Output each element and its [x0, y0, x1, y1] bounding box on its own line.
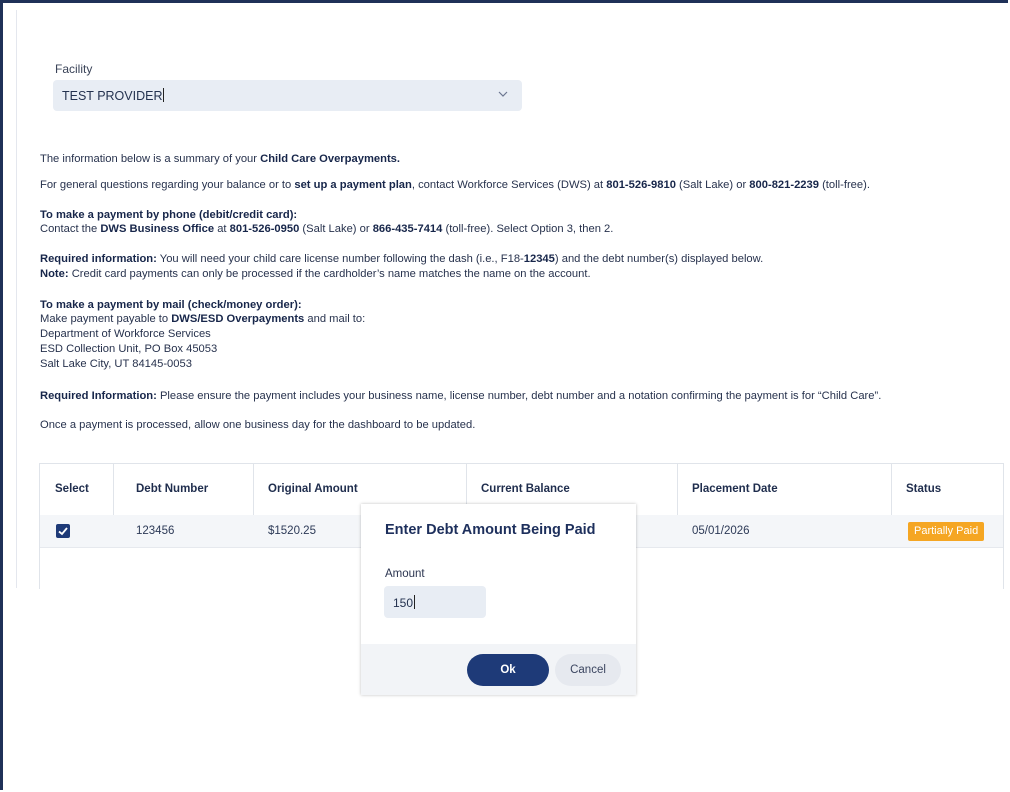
debt-amount-dialog: Enter Debt Amount Being Paid Amount 150 … — [361, 504, 636, 695]
facility-label: Facility — [55, 62, 93, 76]
column-divider — [891, 464, 892, 515]
ok-button[interactable]: Ok — [467, 654, 549, 686]
status-badge: Partially Paid — [908, 522, 985, 541]
header-debt-number: Debt Number — [136, 483, 209, 495]
amount-label: Amount — [385, 568, 425, 580]
mail-address-line1: Department of Workforce Services — [40, 328, 211, 340]
phone-payment-heading: To make a payment by phone (debit/credit… — [40, 209, 298, 221]
chevron-down-icon — [498, 91, 508, 97]
text-cursor — [414, 595, 416, 609]
mail-payment-heading: To make a payment by mail (check/money o… — [40, 299, 302, 311]
header-current-balance: Current Balance — [481, 483, 570, 495]
amount-input-value: 150 — [393, 596, 414, 610]
facility-selected-value: TEST PROVIDER — [62, 89, 163, 103]
facility-select[interactable]: TEST PROVIDER — [53, 80, 522, 111]
header-original-amount: Original Amount — [268, 483, 358, 495]
note-text: Note: Credit card payments can only be p… — [40, 268, 591, 280]
cancel-button[interactable]: Cancel — [555, 654, 621, 686]
checkmark-icon — [58, 527, 68, 536]
original-amount-cell: $1520.25 — [268, 525, 316, 537]
column-divider — [113, 464, 114, 515]
panel-edge — [16, 10, 17, 588]
summary-text: The information below is a summary of yo… — [40, 153, 401, 165]
dialog-footer: Ok Cancel — [361, 644, 636, 695]
mail-address-line3: Salt Lake City, UT 84145-0053 — [40, 358, 192, 370]
debt-number-cell: 123456 — [136, 525, 175, 537]
mail-address-line2: ESD Collection Unit, PO Box 45053 — [40, 343, 218, 355]
required-info-text: Required information: You will need your… — [40, 253, 764, 265]
phone-payment-text: Contact the DWS Business Office at 801-5… — [40, 223, 614, 235]
header-placement-date: Placement Date — [692, 483, 778, 495]
mail-payable-text: Make payment payable to DWS/ESD Overpaym… — [40, 313, 366, 325]
processing-note: Once a payment is processed, allow one b… — [40, 419, 476, 431]
amount-input[interactable]: 150 — [384, 586, 486, 618]
required-info-mail-text: Required Information: Please ensure the … — [40, 390, 882, 402]
general-questions-text: For general questions regarding your bal… — [40, 179, 870, 191]
dialog-title: Enter Debt Amount Being Paid — [385, 522, 596, 538]
column-divider — [677, 464, 678, 515]
text-cursor — [163, 88, 165, 102]
placement-date-cell: 05/01/2026 — [692, 525, 750, 537]
column-divider — [253, 464, 254, 515]
header-select: Select — [55, 483, 89, 495]
header-status: Status — [906, 483, 942, 495]
row-select-checkbox[interactable] — [56, 524, 70, 538]
